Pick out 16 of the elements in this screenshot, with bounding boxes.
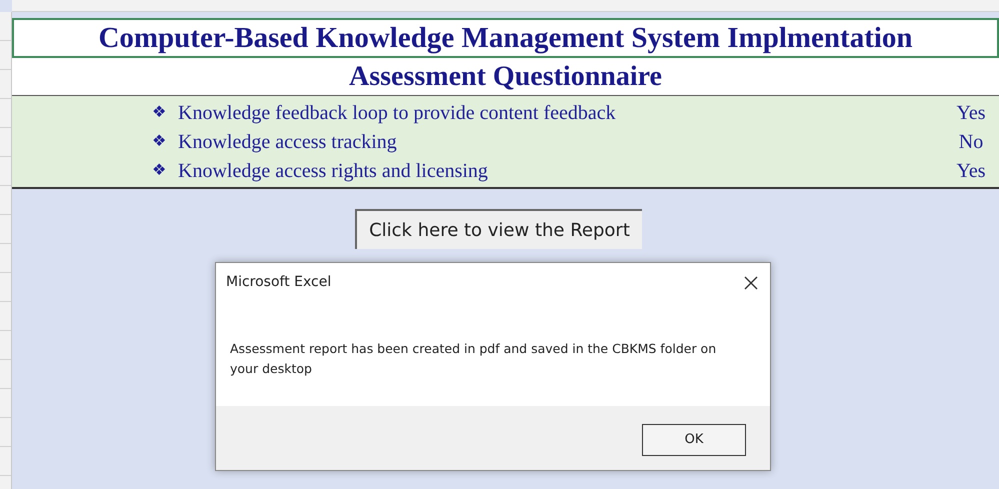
question-text: Knowledge access tracking	[178, 130, 398, 154]
bullet-icon: ❖	[152, 100, 178, 124]
ok-button[interactable]: OK	[642, 424, 746, 456]
sheet-subtitle: Assessment Questionnaire	[12, 58, 999, 95]
bullet-icon: ❖	[152, 158, 178, 182]
view-report-button[interactable]: Click here to view the Report	[355, 209, 642, 249]
answer-cell-text: Yes	[955, 158, 987, 184]
dialog-title: Microsoft Excel	[226, 273, 332, 292]
question-text: Knowledge access rights and licensing	[178, 158, 489, 184]
answer-cell-text: Yes	[955, 100, 987, 126]
close-icon[interactable]	[744, 276, 758, 290]
dialog-message: Assessment report has been created in pdf and saved in the CBKMS folder on your desktop	[229, 340, 718, 378]
sheet-title: Computer-Based Knowledge Management System Implmentation	[12, 18, 999, 58]
question-text: Knowledge feedback loop to provide content feedback	[178, 100, 617, 126]
bullet-icon: ❖	[152, 130, 178, 154]
answer-cell-text: No	[958, 130, 984, 154]
